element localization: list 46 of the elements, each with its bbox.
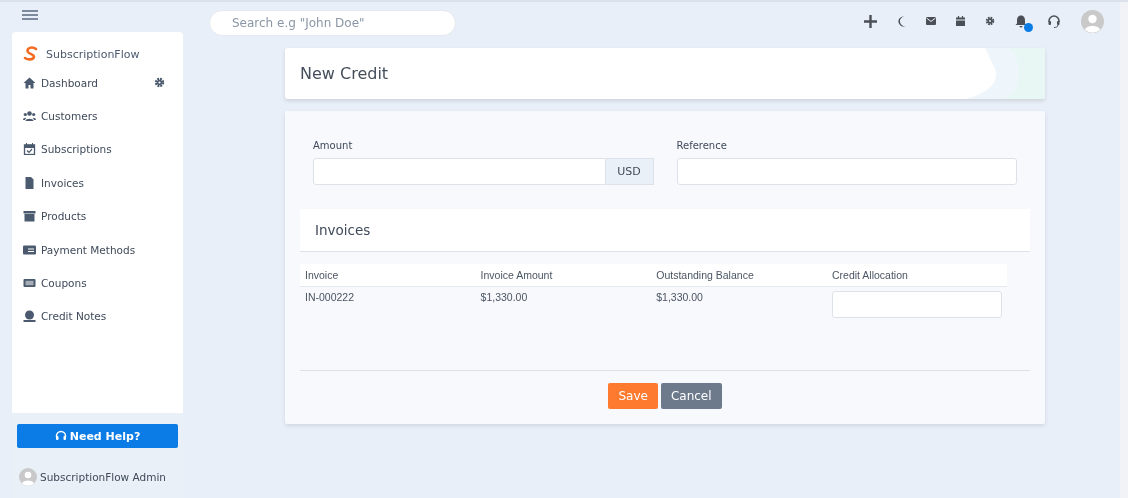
users-icon: [23, 110, 36, 123]
sidebar-item[interactable]: Products: [23, 199, 183, 233]
ticket-icon: [23, 277, 36, 290]
settings-icon[interactable]: [985, 16, 995, 26]
amount-field[interactable]: [313, 158, 606, 185]
credit-allocation-field[interactable]: [832, 291, 1002, 318]
cancel-button[interactable]: Cancel: [660, 383, 722, 409]
calendar-check-icon: [23, 143, 36, 156]
archive-icon: [23, 210, 36, 223]
table-cell: $1,330.00: [475, 286, 652, 335]
section-title: Invoices: [315, 222, 371, 238]
moon-icon[interactable]: [897, 15, 906, 27]
mail-icon[interactable]: [926, 17, 936, 25]
user-name[interactable]: SubscriptionFlow Admin: [40, 471, 166, 483]
column-header: Credit Allocation: [827, 264, 1007, 287]
home-icon: [23, 76, 36, 89]
brand-name: SubscriptionFlow: [46, 47, 140, 61]
column-header: Invoice Amount: [475, 264, 652, 287]
bell-icon[interactable]: [1015, 14, 1027, 28]
sidebar-item[interactable]: Invoices: [23, 166, 183, 200]
table-cell: IN-000222: [300, 286, 476, 335]
field-label: Reference: [676, 140, 728, 151]
sidebar-item[interactable]: Payment Methods: [23, 232, 183, 267]
sidebar-item[interactable]: Subscriptions: [23, 132, 183, 167]
sidebar-item[interactable]: Customers: [23, 99, 183, 133]
page-title: New Credit: [300, 64, 389, 83]
sidebar-item[interactable]: Coupons: [23, 266, 183, 300]
logo-icon: [23, 46, 39, 62]
field-label: Amount: [313, 140, 354, 151]
table-cell: $1,330.00: [651, 286, 827, 335]
column-header: Outstanding Balance: [651, 264, 827, 287]
reference-field[interactable]: [676, 158, 1017, 185]
sidebar-item[interactable]: Dashboard: [23, 66, 183, 100]
currency-addon: USD: [605, 158, 654, 185]
calendar-icon[interactable]: [956, 16, 965, 26]
search-field[interactable]: Search e.g "John Doe": [209, 10, 456, 36]
sidebar-item[interactable]: Credit Notes: [23, 299, 183, 334]
headset-icon[interactable]: [1047, 14, 1061, 28]
column-header: Invoice: [300, 264, 476, 287]
file-invoice-icon: [23, 176, 36, 189]
help-button[interactable]: Need Help?: [17, 424, 178, 448]
headset-icon: [54, 430, 67, 442]
settings-icon[interactable]: [154, 77, 165, 89]
payment-card-icon: [23, 243, 36, 256]
plus-icon[interactable]: [864, 14, 877, 28]
menu-icon[interactable]: [22, 10, 38, 20]
